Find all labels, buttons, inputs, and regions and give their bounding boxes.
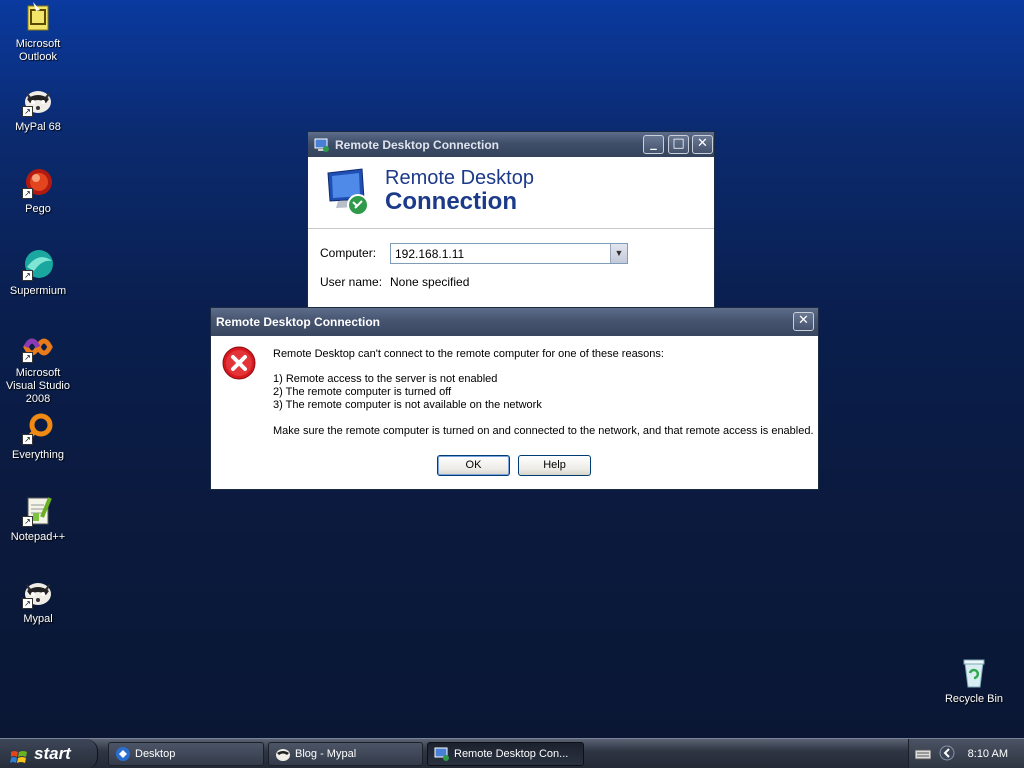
computer-label: Computer: bbox=[320, 246, 377, 260]
desktop-icon-everything[interactable]: ↗ Everything bbox=[0, 413, 76, 462]
desktop-icon-label: MyPal 68 bbox=[15, 121, 61, 133]
remote-desktop-icon bbox=[434, 746, 450, 762]
error-advice: Make sure the remote computer is turned … bbox=[273, 425, 814, 437]
pego-icon: ↗ bbox=[22, 167, 54, 199]
windows-flag-icon bbox=[10, 746, 28, 763]
computer-combobox[interactable]: 192.168.1.11 ▼ bbox=[390, 243, 628, 264]
desktop-icon-outlook[interactable]: Microsoft Outlook bbox=[0, 2, 76, 64]
error-reason-2: 2) The remote computer is turned off bbox=[273, 386, 452, 398]
maximize-button[interactable]: □ bbox=[668, 135, 689, 154]
keyboard-icon[interactable] bbox=[914, 747, 932, 764]
shortcut-arrow-icon: ↗ bbox=[22, 106, 33, 117]
desktop-icon-label: Microsoft Outlook bbox=[15, 38, 61, 63]
desktop-icon-label: Everything bbox=[12, 449, 64, 461]
remote-desktop-monitor-icon bbox=[322, 165, 374, 217]
everything-icon: ↗ bbox=[22, 413, 54, 445]
desktop-icon-notepadpp[interactable]: ↗ Notepad++ bbox=[0, 495, 76, 544]
error-dialog[interactable]: Remote Desktop Connection ✕ Remote Deskt… bbox=[210, 307, 819, 490]
taskbar-item-label: Blog - Mypal bbox=[295, 748, 357, 760]
username-label: User name: bbox=[320, 275, 383, 289]
taskbar-item-label: Desktop bbox=[135, 748, 176, 760]
outlook-icon bbox=[22, 2, 54, 34]
visual-studio-icon: ↗ bbox=[22, 331, 54, 363]
error-dialog-title: Remote Desktop Connection bbox=[216, 315, 381, 329]
taskbar-item-label: Remote Desktop Con... bbox=[454, 748, 569, 760]
desktop-icon-label: Mypal bbox=[23, 613, 53, 625]
desktop-icon bbox=[115, 746, 131, 762]
desktop-icon-pego[interactable]: ↗ Pego bbox=[0, 167, 76, 216]
shortcut-arrow-icon: ↗ bbox=[22, 352, 33, 363]
start-button[interactable]: start bbox=[0, 739, 98, 768]
error-reason-1: 1) Remote access to the server is not en… bbox=[273, 373, 498, 385]
recycle-bin-icon bbox=[958, 657, 990, 689]
start-label: start bbox=[34, 744, 71, 763]
username-value: None specified bbox=[390, 275, 470, 289]
desktop-icon-recycle-bin[interactable]: Recycle Bin bbox=[936, 657, 1012, 706]
chevron-down-icon[interactable]: ▼ bbox=[610, 244, 627, 263]
desktop-icon-mypal[interactable]: ↗ Mypal bbox=[0, 577, 76, 626]
error-icon bbox=[222, 346, 256, 380]
rdc-form: Computer: 192.168.1.11 ▼ User name: None… bbox=[308, 229, 714, 311]
desktop-icon-visual-studio[interactable]: ↗ Microsoft Visual Studio 2008 bbox=[0, 331, 76, 406]
minimize-button[interactable]: _ bbox=[643, 135, 664, 154]
ok-button[interactable]: OK bbox=[437, 455, 510, 476]
rdc-title: Remote Desktop Connection bbox=[335, 137, 500, 152]
error-dialog-body: Remote Desktop can't connect to the remo… bbox=[211, 336, 818, 489]
desktop-icon-label: Microsoft Visual Studio 2008 bbox=[5, 367, 70, 405]
taskbar-item-remote-desktop[interactable]: Remote Desktop Con... bbox=[427, 742, 584, 766]
rdc-main-window[interactable]: Remote Desktop Connection _ □ ✕ Remote D… bbox=[307, 131, 715, 311]
taskbar: start Desktop Blog - Mypal Remote Deskto… bbox=[0, 738, 1024, 768]
error-close-button[interactable]: ✕ bbox=[793, 312, 814, 331]
desktop-icon-label: Notepad++ bbox=[10, 531, 66, 543]
desktop-icon-supermium[interactable]: ↗ Supermium bbox=[0, 249, 76, 298]
desktop-icon-label: Supermium bbox=[9, 285, 67, 297]
mypal-icon: ↗ bbox=[22, 85, 54, 117]
computer-value: 192.168.1.11 bbox=[395, 247, 465, 261]
taskbar-item-blog-mypal[interactable]: Blog - Mypal bbox=[268, 742, 423, 766]
shortcut-arrow-icon: ↗ bbox=[22, 598, 33, 609]
taskbar-item-desktop[interactable]: Desktop bbox=[108, 742, 264, 766]
shortcut-arrow-icon: ↗ bbox=[22, 434, 33, 445]
shortcut-arrow-icon: ↗ bbox=[22, 188, 33, 199]
mypal-icon bbox=[275, 746, 291, 762]
error-intro: Remote Desktop can't connect to the remo… bbox=[273, 348, 664, 360]
error-reason-3: 3) The remote computer is not available … bbox=[273, 399, 542, 411]
banner-line-2: Connection bbox=[385, 188, 517, 215]
supermium-icon: ↗ bbox=[22, 249, 54, 281]
clock: 8:10 AM bbox=[967, 748, 1008, 760]
help-button[interactable]: Help bbox=[518, 455, 591, 476]
close-button[interactable]: ✕ bbox=[692, 135, 713, 154]
desktop-icon-label: Recycle Bin bbox=[944, 693, 1004, 705]
shortcut-arrow-icon: ↗ bbox=[22, 270, 33, 281]
remote-desktop-icon bbox=[314, 137, 330, 153]
notepadpp-icon: ↗ bbox=[22, 495, 54, 527]
rdc-banner: Remote Desktop Connection bbox=[308, 157, 714, 229]
desktop-icon-label: Pego bbox=[25, 203, 51, 215]
shortcut-arrow-icon: ↗ bbox=[22, 516, 33, 527]
mypal-icon: ↗ bbox=[22, 577, 54, 609]
system-tray: 8:10 AM bbox=[908, 739, 1024, 768]
tray-expand-icon[interactable] bbox=[939, 745, 955, 764]
error-dialog-titlebar[interactable]: Remote Desktop Connection bbox=[211, 308, 818, 336]
desktop-icon-mypal68[interactable]: ↗ MyPal 68 bbox=[0, 85, 76, 134]
banner-line-1: Remote Desktop bbox=[385, 167, 534, 189]
